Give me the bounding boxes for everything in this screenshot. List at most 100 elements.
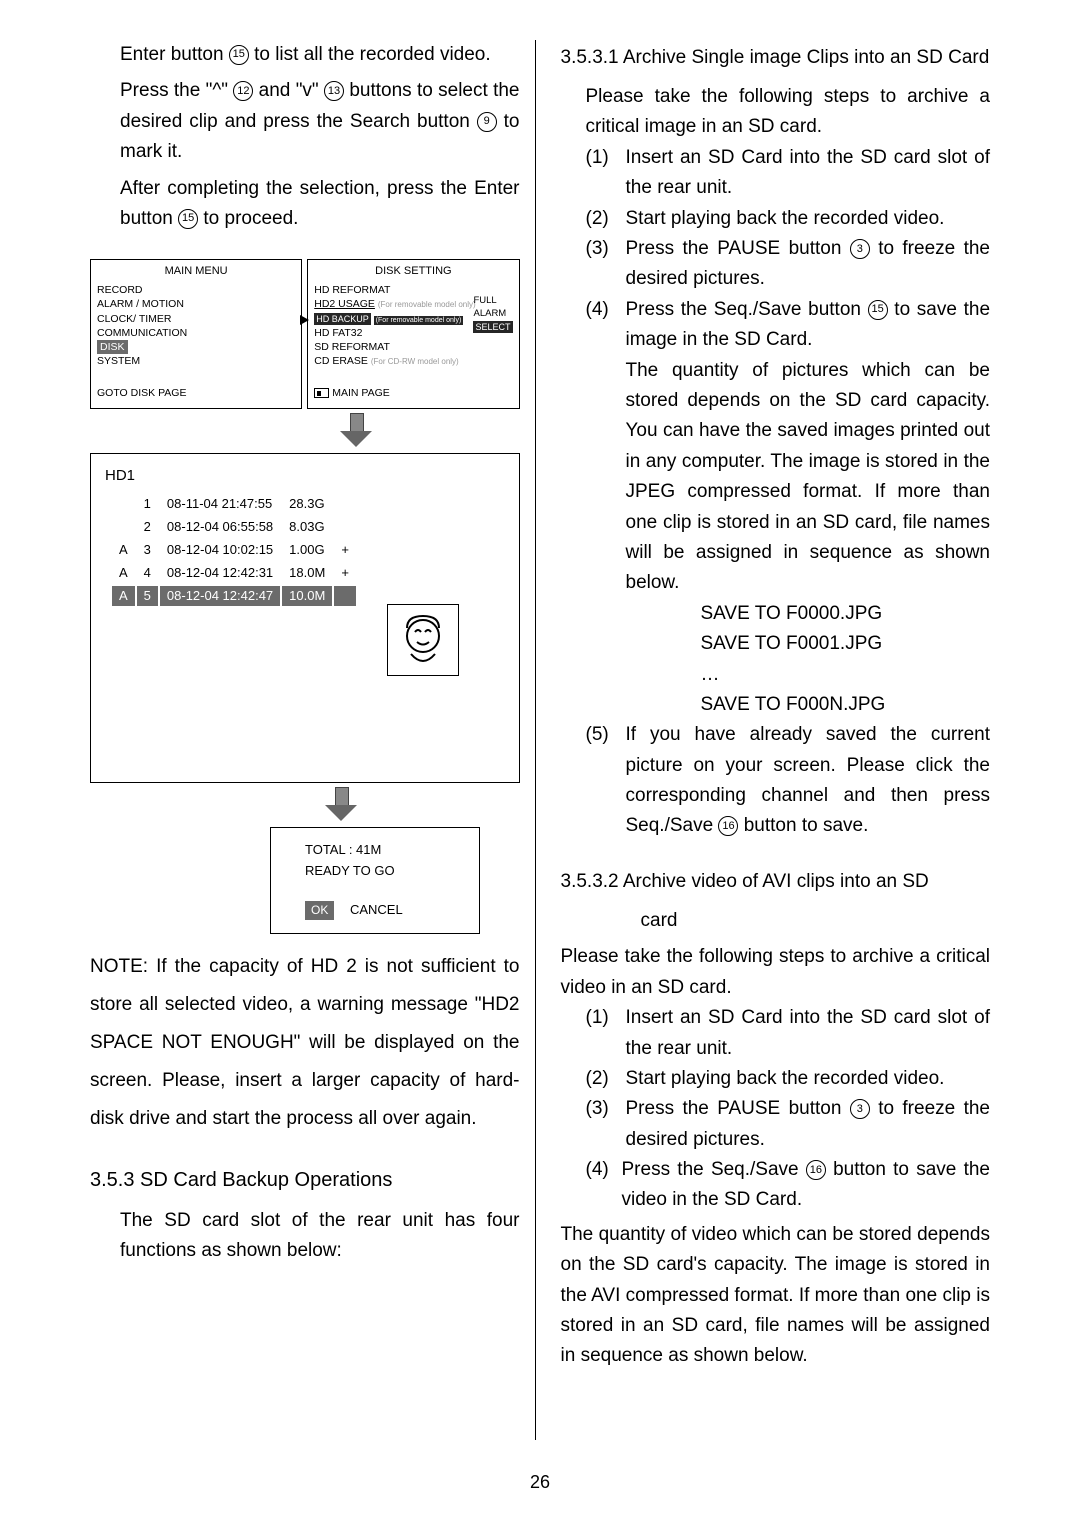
total-label: TOTAL : 41M <box>305 840 465 861</box>
para-press: Press the "^" 12 and "v" 13 buttons to s… <box>120 76 520 167</box>
step2-2: (2) Start playing back the recorded vide… <box>586 1064 991 1094</box>
arrow-down-icon <box>340 413 372 449</box>
step-text: Press the Seq./Save 16 button to save th… <box>622 1155 991 1216</box>
heading-353: 3.5.3 SD Card Backup Operations <box>90 1164 520 1196</box>
step-num: (5) <box>586 720 626 842</box>
page-number: 26 <box>0 1468 1080 1497</box>
button-15-icon: 15 <box>868 300 888 320</box>
text: to list all the recorded video. <box>254 44 491 65</box>
heading-3532-b: card <box>641 906 991 936</box>
step-3: (3) Press the PAUSE button 3 to freeze t… <box>586 234 991 295</box>
text: (For CD-RW model only) <box>371 357 459 366</box>
intro-3531: Please take the following steps to archi… <box>586 82 991 143</box>
button-15-icon: 15 <box>229 45 249 65</box>
text: (For removable model only) <box>378 300 476 309</box>
text: Press the PAUSE button <box>626 1098 850 1119</box>
menu-item: RECORD <box>97 283 295 297</box>
step-2: (2) Start playing back the recorded vide… <box>586 204 991 234</box>
step-1: (1) Insert an SD Card into the SD card s… <box>586 143 991 204</box>
save-line: SAVE TO F0000.JPG <box>701 599 991 629</box>
save-line: SAVE TO F0001.JPG <box>701 629 991 659</box>
step-5: (5) If you have already saved the curren… <box>586 720 991 842</box>
step2-3: (3) Press the PAUSE button 3 to freeze t… <box>586 1094 991 1155</box>
ok-cancel-row: OK CANCEL <box>305 900 465 921</box>
step-num: (4) <box>586 1155 622 1216</box>
text: CD ERASE <box>314 355 368 367</box>
text: and "v" <box>259 80 324 101</box>
step-num: (3) <box>586 234 626 295</box>
step-num: (2) <box>586 204 626 234</box>
save-line: SAVE TO F000N.JPG <box>701 690 991 720</box>
left-column: Enter button 15 to list all the recorded… <box>90 40 536 1440</box>
goto-disk: GOTO DISK PAGE <box>97 386 186 400</box>
hd1-title: HD1 <box>105 464 505 488</box>
step2-1: (1) Insert an SD Card into the SD card s… <box>586 1003 991 1064</box>
para-after: After completing the selection, press th… <box>120 174 520 235</box>
button-12-icon: 12 <box>233 81 253 101</box>
table-row-selected: A508-12-04 12:42:4710.0M <box>112 586 356 607</box>
heading-3531: 3.5.3.1 Archive Single image Clips into … <box>561 40 991 76</box>
text: Press the "^" <box>120 80 233 101</box>
button-16-icon: 16 <box>718 816 738 836</box>
menu-title: DISK SETTING <box>314 264 512 279</box>
button-16-icon: 16 <box>806 1160 826 1180</box>
menu-item: SYSTEM <box>97 354 295 368</box>
text: HD BACKUP <box>314 313 371 325</box>
menu-item: ALARM / MOTION <box>97 297 295 311</box>
intro-3532: Please take the following steps to archi… <box>561 942 991 1003</box>
button-9-icon: 9 <box>477 112 497 132</box>
step-text: Press the Seq./Save button 15 to save th… <box>626 295 991 356</box>
main-menu-box: MAIN MENU RECORD ALARM / MOTION CLOCK/ T… <box>90 259 302 409</box>
text: HD2 USAGE <box>314 298 375 310</box>
menu-row: MAIN MENU RECORD ALARM / MOTION CLOCK/ T… <box>90 259 520 409</box>
button-3-icon: 3 <box>850 1099 870 1119</box>
hd1-box: HD1 108-11-04 21:47:5528.3G 208-12-04 06… <box>90 453 520 783</box>
text: SELECT <box>473 321 512 333</box>
text: MAIN PAGE <box>332 387 390 399</box>
cancel-button[interactable]: CANCEL <box>350 902 403 917</box>
text: FULL <box>473 295 512 308</box>
text: (For removable model only) <box>374 316 464 325</box>
text: ALARM <box>473 308 512 321</box>
step-num: (3) <box>586 1094 626 1155</box>
para-353: The SD card slot of the rear unit has fo… <box>120 1206 520 1267</box>
step-text: If you have already saved the current pi… <box>626 720 991 842</box>
disk-setting-box: DISK SETTING HD REFORMAT HD2 USAGE (For … <box>307 259 519 409</box>
text: Press the Seq./Save <box>622 1159 806 1180</box>
text: Press the PAUSE button <box>626 238 850 259</box>
ok-button[interactable]: OK <box>305 901 334 920</box>
step-text: Press the PAUSE button 3 to freeze the d… <box>626 234 991 295</box>
button-15-icon: 15 <box>178 209 198 229</box>
step-text: Insert an SD Card into the SD card slot … <box>626 143 991 204</box>
step-4: (4) Press the Seq./Save button 15 to sav… <box>586 295 991 356</box>
table-row: 208-12-04 06:55:588.03G <box>112 517 356 538</box>
note-text: NOTE: If the capacity of HD 2 is not suf… <box>90 948 520 1138</box>
right-column: 3.5.3.1 Archive Single image Clips into … <box>546 40 991 1440</box>
text: to proceed. <box>203 208 298 229</box>
text: Press the Seq./Save button <box>626 299 868 320</box>
menu-title: MAIN MENU <box>97 264 295 279</box>
step-4-cont: The quantity of pictures which can be st… <box>626 356 991 599</box>
step-text: Insert an SD Card into the SD card slot … <box>626 1003 991 1064</box>
face-icon <box>393 610 453 670</box>
ready-label: READY TO GO <box>305 861 465 882</box>
table-row: A408-12-04 12:42:3118.0M+ <box>112 563 356 584</box>
menu-item: COMMUNICATION <box>97 326 295 340</box>
menu-item: CD ERASE (For CD-RW model only) <box>314 354 512 368</box>
menu-item: CLOCK/ TIMER <box>97 312 295 326</box>
para-enter: Enter button 15 to list all the recorded… <box>120 40 520 70</box>
hd-table: 108-11-04 21:47:5528.3G 208-12-04 06:55:… <box>110 492 358 608</box>
ready-box: TOTAL : 41M READY TO GO OK CANCEL <box>270 827 480 933</box>
text: Enter button <box>120 44 229 65</box>
menu-item-selected: DISK <box>97 340 295 354</box>
table-row: A308-12-04 10:02:151.00G+ <box>112 540 356 561</box>
main-page-icon <box>314 388 329 398</box>
main-page-link: MAIN PAGE <box>314 386 390 400</box>
button-13-icon: 13 <box>324 81 344 101</box>
save-line: … <box>701 660 991 690</box>
step-num: (1) <box>586 143 626 204</box>
page: Enter button 15 to list all the recorded… <box>0 0 1080 1440</box>
table-row: 108-11-04 21:47:5528.3G <box>112 494 356 515</box>
arrow-down-icon <box>325 787 357 823</box>
button-3-icon: 3 <box>850 239 870 259</box>
